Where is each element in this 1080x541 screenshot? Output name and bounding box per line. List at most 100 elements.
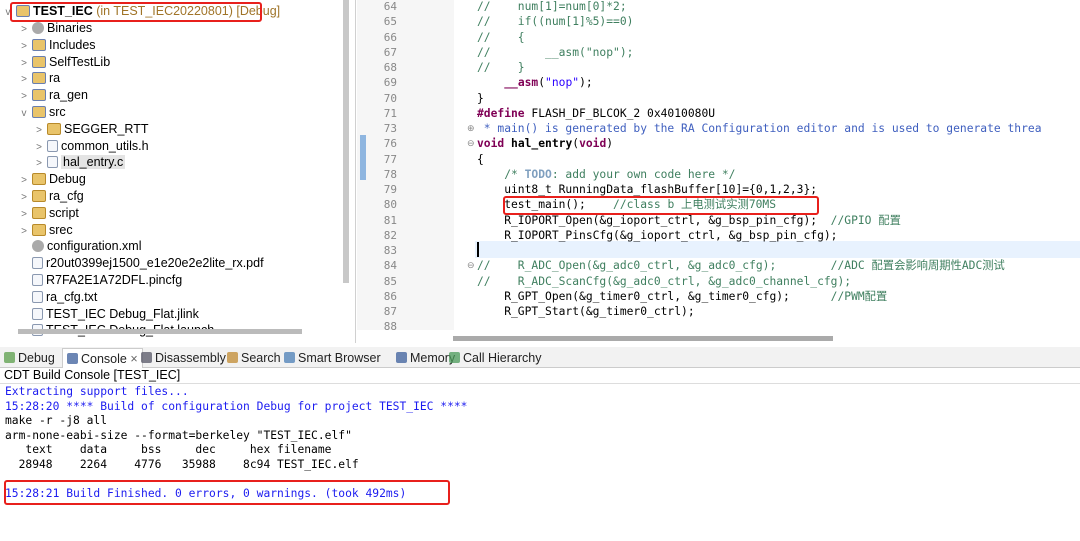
tree-vertical-scrollbar[interactable] bbox=[343, 0, 349, 283]
line-number: 64 bbox=[383, 0, 397, 13]
code-token: uint8_t RunningData_flashBuffer[10]={0,1… bbox=[477, 183, 818, 196]
tree-item-label: src bbox=[49, 105, 66, 119]
chevron-right-icon[interactable]: > bbox=[18, 88, 30, 105]
tree-item[interactable]: TEST_IEC Debug_Flat.jlink bbox=[18, 306, 199, 323]
code-line[interactable]: void hal_entry(void) bbox=[477, 136, 613, 151]
chevron-down-icon[interactable]: v bbox=[18, 105, 30, 122]
code-line[interactable]: // R_ADC_Open(&g_adc0_ctrl, &g_adc0_cfg)… bbox=[477, 258, 1005, 273]
tab-label: Search bbox=[241, 351, 281, 365]
project-highlight-box bbox=[10, 2, 262, 22]
tab-label: Call Hierarchy bbox=[463, 351, 542, 365]
file-icon bbox=[32, 290, 43, 303]
code-token: ) bbox=[606, 137, 614, 151]
code-line[interactable]: // } bbox=[477, 60, 525, 75]
code-line[interactable]: uint8_t RunningData_flashBuffer[10]={0,1… bbox=[477, 182, 817, 197]
tree-item[interactable]: > Debug bbox=[18, 171, 86, 188]
code-line[interactable]: R_GPT_Open(&g_timer0_ctrl, &g_timer0_cfg… bbox=[477, 289, 887, 304]
tab-disassembly[interactable]: Disassembly bbox=[141, 348, 226, 368]
folder-icon bbox=[32, 190, 46, 202]
code-line[interactable]: // __asm("nop"); bbox=[477, 45, 633, 60]
line-number-gutter bbox=[357, 0, 454, 330]
build-console-output[interactable]: Extracting support files... 15:28:20 ****… bbox=[0, 383, 1080, 541]
chevron-right-icon[interactable]: > bbox=[18, 38, 30, 55]
tree-item[interactable]: > SEGGER_RTT bbox=[33, 121, 148, 139]
file-icon bbox=[32, 307, 43, 320]
c-file-icon bbox=[47, 156, 58, 169]
chevron-right-icon[interactable]: > bbox=[33, 155, 45, 172]
line-number: 77 bbox=[383, 152, 397, 166]
tree-item[interactable]: > common_utils.h bbox=[33, 138, 148, 156]
code-line[interactable]: // { bbox=[477, 30, 525, 45]
tree-item[interactable]: r20ut0399ej1500_e1e20e2e2lite_rx.pdf bbox=[18, 255, 264, 272]
code-token: // __asm("nop"); bbox=[477, 45, 634, 59]
tree-item[interactable]: > SelfTestLib bbox=[18, 54, 110, 71]
chevron-right-icon[interactable]: > bbox=[33, 122, 45, 139]
tab-debug[interactable]: Debug bbox=[4, 348, 55, 368]
code-token: : add your own code here */ bbox=[551, 167, 736, 181]
code-line[interactable]: { bbox=[477, 152, 484, 167]
tab-call-hierarchy[interactable]: Call Hierarchy bbox=[449, 348, 542, 368]
line-number: 73 bbox=[383, 122, 397, 135]
tab-smart-browser[interactable]: Smart Browser bbox=[284, 348, 381, 368]
chevron-right-icon[interactable]: > bbox=[33, 139, 45, 156]
close-icon[interactable]: × bbox=[130, 352, 137, 366]
header-file-icon bbox=[47, 139, 58, 152]
chevron-right-icon[interactable]: > bbox=[18, 71, 30, 88]
code-line[interactable]: // R_ADC_ScanCfg(&g_adc0_ctrl, &g_adc0_c… bbox=[477, 274, 851, 289]
collapse-fold-icon[interactable]: ⊖ bbox=[467, 260, 475, 271]
overview-ruler-mark bbox=[360, 135, 366, 180]
tab-console[interactable]: Console × bbox=[62, 348, 143, 368]
tree-item[interactable]: > srec bbox=[18, 222, 73, 239]
tree-item[interactable]: > Binaries bbox=[18, 20, 92, 37]
code-line[interactable]: R_GPT_Start(&g_timer0_ctrl); bbox=[477, 304, 694, 319]
code-line[interactable]: // if((num[1]%5)==0) bbox=[477, 14, 633, 29]
line-number: 80 bbox=[383, 198, 397, 212]
editor-horizontal-scrollbar[interactable] bbox=[453, 336, 833, 341]
code-line[interactable]: // num[1]=num[0]*2; bbox=[477, 0, 627, 14]
includes-icon bbox=[32, 38, 46, 51]
code-line[interactable]: #define FLASH_DF_BLCOK_2 0x4010080U bbox=[477, 106, 715, 121]
code-line[interactable]: R_IOPORT_PinsCfg(&g_ioport_ctrl, &g_bsp_… bbox=[477, 228, 837, 243]
tree-item[interactable]: > hal_entry.c bbox=[33, 154, 126, 172]
tree-item[interactable]: configuration.xml bbox=[18, 238, 142, 255]
folder-icon bbox=[32, 206, 46, 219]
tree-item-label: SelfTestLib bbox=[49, 54, 111, 69]
code-token: } bbox=[477, 91, 484, 105]
chevron-right-icon[interactable]: > bbox=[18, 21, 30, 38]
line-number: 78 bbox=[383, 167, 397, 181]
chevron-right-icon[interactable]: > bbox=[18, 206, 30, 223]
chevron-right-icon[interactable]: > bbox=[18, 55, 30, 72]
tree-item[interactable]: ra_cfg.txt bbox=[18, 289, 97, 306]
tree-item[interactable]: R7FA2E1A72DFL.pincfg bbox=[18, 272, 182, 289]
code-token: // R_ADC_ScanCfg(&g_adc0_ctrl, &g_adc0_c… bbox=[477, 274, 852, 288]
code-line[interactable]: /* TODO: add your own code here */ bbox=[477, 167, 735, 182]
chevron-right-icon[interactable]: > bbox=[18, 172, 30, 189]
console-title: CDT Build Console [TEST_IEC] bbox=[4, 368, 181, 382]
tab-label: Console bbox=[81, 352, 127, 366]
code-line[interactable]: } bbox=[477, 91, 484, 106]
tab-label: Debug bbox=[18, 351, 55, 365]
tree-item[interactable]: > Includes bbox=[18, 37, 95, 55]
line-number: 67 bbox=[383, 45, 397, 59]
code-line[interactable]: * main() is generated by the RA Configur… bbox=[477, 121, 1042, 136]
tab-search[interactable]: Search bbox=[227, 348, 281, 368]
tree-item[interactable]: v src bbox=[18, 104, 66, 121]
line-number: 66 bbox=[383, 30, 397, 44]
tree-item[interactable]: > script bbox=[18, 205, 79, 222]
tree-horizontal-scrollbar[interactable] bbox=[18, 329, 302, 334]
text-caret bbox=[477, 242, 479, 257]
collapse-fold-icon[interactable]: ⊖ bbox=[467, 138, 475, 149]
line-number: 70 bbox=[383, 91, 397, 105]
chevron-right-icon[interactable]: > bbox=[18, 189, 30, 206]
line-number: 81 bbox=[383, 213, 397, 227]
code-editor[interactable]: 64 // num[1]=num[0]*2; 65 // if((num[1]%5)=… bbox=[357, 0, 1080, 343]
tab-memory[interactable]: Memory bbox=[396, 348, 455, 368]
expand-fold-icon[interactable]: ⊕ bbox=[467, 123, 475, 134]
code-line[interactable]: __asm("nop"); bbox=[477, 75, 592, 90]
tree-item[interactable]: > ra_gen bbox=[18, 87, 88, 104]
tree-item[interactable]: > ra_cfg bbox=[18, 188, 84, 205]
chevron-right-icon[interactable]: > bbox=[18, 223, 30, 240]
tree-item[interactable]: > ra bbox=[18, 70, 60, 87]
debug-icon bbox=[4, 352, 15, 363]
